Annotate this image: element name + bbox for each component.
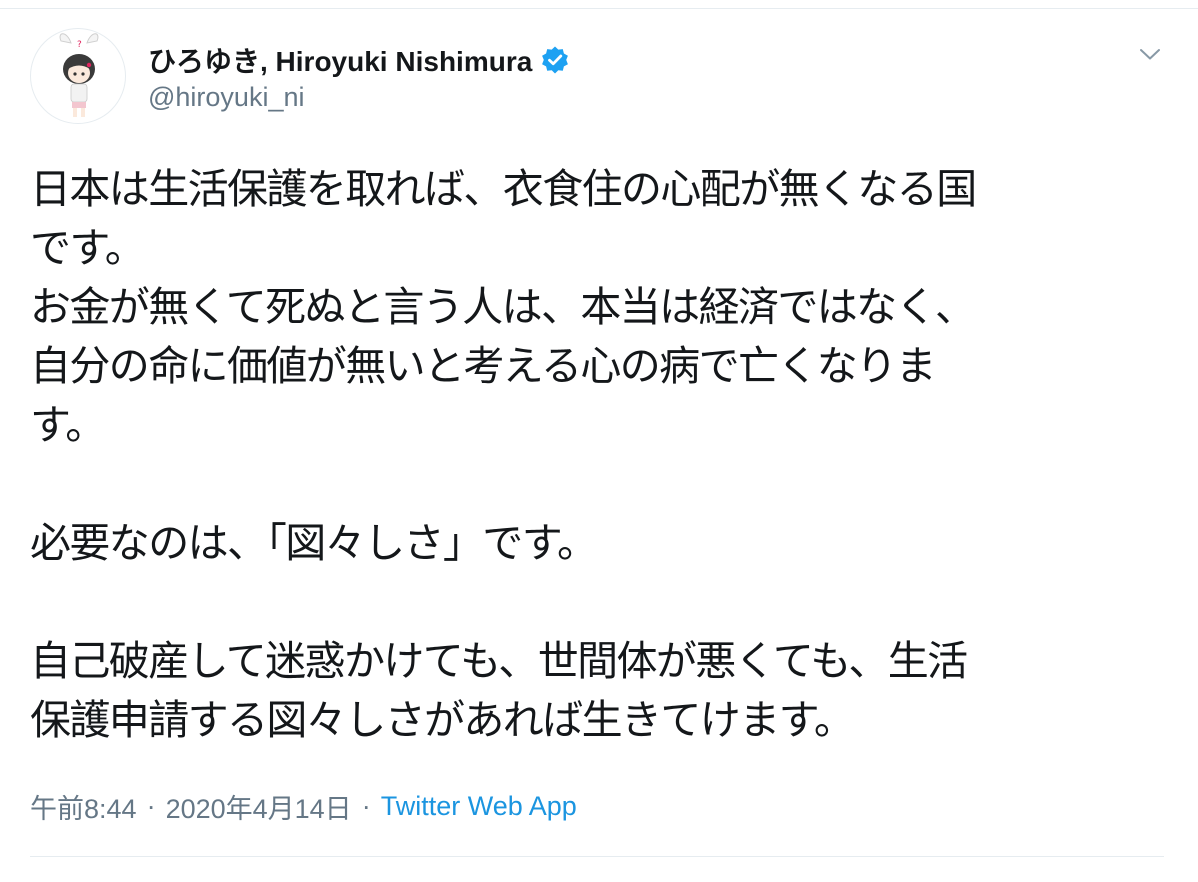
tweet-menu-button[interactable] [1130, 34, 1170, 74]
svg-text:?: ? [77, 40, 82, 50]
avatar-character-illustration: ? [59, 33, 99, 117]
tweet-text-line: です。 [30, 224, 146, 272]
author-display-name[interactable]: ひろゆき, Hiroyuki Nishimura [148, 40, 532, 80]
tweet-date[interactable]: 2020年4月14日 [166, 787, 352, 826]
author-name-row[interactable]: ひろゆき, Hiroyuki Nishimura [148, 40, 570, 80]
tweet-text-line: 日本は生活保護を取れば、衣食住の心配が無くなる国 [30, 165, 977, 213]
tweet-text-line: 必要なのは、「図々しさ」です。 [30, 519, 598, 567]
tweet-text-line: 保護申請する図々しさがあれば生きてけます。 [30, 696, 855, 744]
tweet-text-line: 自己破産して迷惑かけても、世間体が悪くても、生活 [30, 637, 968, 685]
top-divider [0, 8, 1198, 9]
verified-badge-icon [542, 46, 569, 74]
tweet-time[interactable]: 午前8:44 [30, 787, 137, 826]
meta-separator: · [361, 790, 371, 821]
tweet-text-line [30, 573, 1150, 632]
chevron-down-icon [1140, 49, 1160, 60]
meta-separator: · [146, 790, 156, 821]
avatar[interactable]: ? [30, 28, 126, 124]
tweet-text-line: す。 [30, 401, 106, 449]
bottom-divider [30, 856, 1164, 857]
source-app-link[interactable]: Twitter Web App [381, 791, 577, 822]
tweet-text-line [30, 455, 1150, 514]
tweet-text: 日本は生活保護を取れば、衣食住の心配が無くなる国 です。 お金が無くて死ぬと言う… [30, 160, 1150, 750]
tweet-metadata: 午前8:44 · 2020年4月14日 · Twitter Web App [30, 786, 577, 826]
tweet-text-line: 自分の命に価値が無いと考える心の病で亡くなりま [30, 342, 937, 390]
author-handle[interactable]: @hiroyuki_ni [148, 82, 304, 113]
tweet-text-line: お金が無くて死ぬと言う人は、本当は経済ではなく、 [30, 283, 976, 331]
